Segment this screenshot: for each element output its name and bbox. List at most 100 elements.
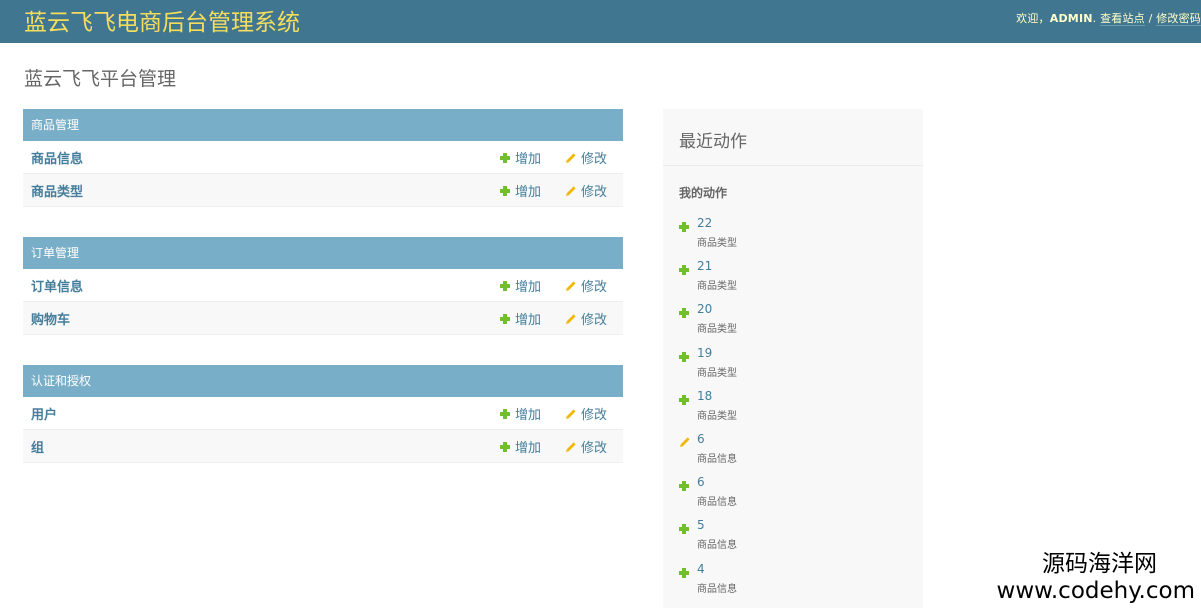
- change-label: 修改: [581, 185, 608, 200]
- recent-actions-panel: 最近动作 我的动作 22 商品类型 21 商品类型 20 商品类型 19 商品类型 18 商品类型…: [663, 109, 923, 608]
- plus-icon: [500, 314, 510, 324]
- add-label: 增加: [515, 408, 542, 423]
- change-link[interactable]: 修改: [565, 309, 607, 328]
- add-link[interactable]: 增加: [500, 404, 541, 423]
- model-link[interactable]: 用户: [31, 404, 57, 423]
- plus-icon: [500, 153, 510, 163]
- recent-action-item: 22 商品类型: [679, 216, 909, 256]
- recent-action-link[interactable]: 6: [697, 475, 705, 489]
- add-link[interactable]: 增加: [500, 181, 541, 200]
- recent-action-link[interactable]: 19: [697, 346, 712, 360]
- recent-action-link[interactable]: 21: [697, 259, 712, 273]
- user-tools-separator: /: [1148, 12, 1153, 25]
- recent-action-link[interactable]: 5: [697, 518, 705, 532]
- recent-action-item: 6 商品信息: [679, 475, 909, 515]
- model-link[interactable]: 商品信息: [31, 148, 83, 167]
- model-row-users: 用户 增加 修改: [23, 397, 623, 430]
- plus-icon: [500, 409, 510, 419]
- change-link[interactable]: 修改: [565, 437, 607, 456]
- plus-icon: [679, 260, 689, 279]
- recent-action-type: 商品信息: [697, 497, 737, 508]
- watermark: 源码海洋网 www.codehy.com: [997, 550, 1195, 604]
- plus-icon: [679, 563, 689, 582]
- module-caption[interactable]: 商品管理: [23, 109, 623, 141]
- add-label: 增加: [515, 441, 542, 456]
- change-label: 修改: [581, 313, 608, 328]
- welcome-text: 欢迎，: [1016, 12, 1050, 25]
- recent-action-type: 商品信息: [697, 454, 737, 465]
- recent-action-type: 商品类型: [697, 281, 737, 292]
- site-header: 蓝云飞飞电商后台管理系统 欢迎，ADMIN. 查看站点 / 修改密码: [0, 0, 1201, 43]
- username: ADMIN: [1049, 12, 1093, 25]
- model-link[interactable]: 购物车: [31, 309, 70, 328]
- model-link[interactable]: 组: [31, 437, 44, 456]
- pencil-icon: [566, 442, 576, 452]
- model-link[interactable]: 订单信息: [31, 276, 83, 295]
- change-link[interactable]: 修改: [565, 148, 607, 167]
- add-label: 增加: [515, 185, 542, 200]
- page-title: 蓝云飞飞平台管理: [24, 68, 177, 90]
- recent-action-item: 18 商品类型: [679, 389, 909, 429]
- module-caption[interactable]: 订单管理: [23, 237, 623, 269]
- recent-action-type: 商品类型: [697, 238, 737, 249]
- recent-action-item: 4 商品信息: [679, 562, 909, 602]
- plus-icon: [679, 519, 689, 538]
- change-password-link[interactable]: 修改密码: [1156, 12, 1201, 26]
- plus-icon: [679, 476, 689, 495]
- add-link[interactable]: 增加: [500, 437, 541, 456]
- change-label: 修改: [581, 152, 608, 167]
- watermark-url: www.codehy.com: [996, 578, 1195, 604]
- recent-action-type: 商品类型: [697, 368, 737, 379]
- recent-action-type: 商品信息: [697, 540, 737, 551]
- plus-icon: [679, 217, 689, 236]
- module-auth: 认证和授权 用户 增加 修改 组 增加 修改: [23, 365, 623, 463]
- module-goods: 商品管理 商品信息 增加 修改 商品类型 增加 修改: [23, 109, 623, 207]
- recent-action-link[interactable]: 20: [697, 302, 712, 316]
- recent-action-item: 6 商品信息: [679, 432, 909, 472]
- recent-actions-title: 最近动作: [679, 132, 747, 152]
- pencil-icon: [566, 153, 576, 163]
- site-title[interactable]: 蓝云飞飞电商后台管理系统: [24, 3, 300, 37]
- recent-action-item: 19 商品类型: [679, 346, 909, 386]
- model-row-cart: 购物车 增加 修改: [23, 302, 623, 335]
- divider: [663, 165, 923, 166]
- my-actions-heading: 我的动作: [679, 186, 728, 200]
- add-link[interactable]: 增加: [500, 276, 541, 295]
- add-label: 增加: [515, 313, 542, 328]
- pencil-icon: [566, 281, 576, 291]
- model-row-goods-type: 商品类型 增加 修改: [23, 174, 623, 207]
- model-row-goods-info: 商品信息 增加 修改: [23, 141, 623, 174]
- watermark-name: 源码海洋网: [1042, 551, 1157, 577]
- add-label: 增加: [515, 280, 542, 295]
- plus-icon: [500, 442, 510, 452]
- model-row-order-info: 订单信息 增加 修改: [23, 269, 623, 302]
- change-label: 修改: [581, 280, 608, 295]
- model-row-groups: 组 增加 修改: [23, 430, 623, 463]
- recent-action-type: 商品类型: [697, 324, 737, 335]
- change-link[interactable]: 修改: [565, 404, 607, 423]
- plus-icon: [500, 281, 510, 291]
- recent-action-item: 5 商品信息: [679, 518, 909, 558]
- recent-action-link[interactable]: 18: [697, 389, 712, 403]
- plus-icon: [500, 186, 510, 196]
- change-label: 修改: [581, 441, 608, 456]
- pencil-icon: [566, 409, 576, 419]
- add-link[interactable]: 增加: [500, 309, 541, 328]
- plus-icon: [679, 303, 689, 322]
- add-label: 增加: [515, 152, 542, 167]
- pencil-icon: [679, 433, 691, 452]
- recent-action-link[interactable]: 22: [697, 216, 712, 230]
- add-link[interactable]: 增加: [500, 148, 541, 167]
- pencil-icon: [566, 314, 576, 324]
- view-site-link[interactable]: 查看站点: [1100, 12, 1145, 26]
- change-link[interactable]: 修改: [565, 181, 607, 200]
- change-link[interactable]: 修改: [565, 276, 607, 295]
- recent-action-type: 商品信息: [697, 584, 737, 595]
- change-label: 修改: [581, 408, 608, 423]
- recent-action-link[interactable]: 4: [697, 562, 705, 576]
- module-caption[interactable]: 认证和授权: [23, 365, 623, 397]
- recent-action-type: 商品类型: [697, 411, 737, 422]
- recent-action-link[interactable]: 6: [697, 432, 705, 446]
- recent-action-item: 21 商品类型: [679, 259, 909, 299]
- model-link[interactable]: 商品类型: [31, 181, 83, 200]
